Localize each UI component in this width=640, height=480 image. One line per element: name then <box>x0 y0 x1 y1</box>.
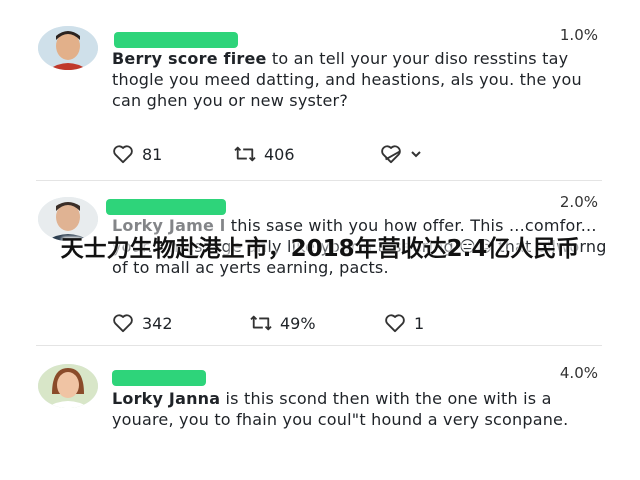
percent-label: 1.0% <box>559 26 598 44</box>
percent-label: 4.0% <box>559 364 598 382</box>
post-text: Lorky Janna is this scond then with the … <box>112 388 612 430</box>
like-button[interactable]: 81 <box>112 144 162 164</box>
heart-icon <box>385 314 405 333</box>
avatar[interactable] <box>38 26 98 70</box>
post-3: 4.0% Lorky Janna is this scond then with… <box>0 346 640 480</box>
action-bar: 81 406 <box>112 144 592 168</box>
name-bar <box>112 370 206 386</box>
heart-icon <box>113 314 133 333</box>
overlay-caption: 天士力生物赴港上市，2018年营收达2.4亿人民币 <box>60 236 580 262</box>
heart-check-icon <box>381 145 401 164</box>
reply-button[interactable]: 1 <box>384 313 424 333</box>
retweet-icon <box>250 315 272 331</box>
more-button[interactable] <box>380 144 422 164</box>
percent-label: 2.0% <box>559 193 598 211</box>
post-text: Berry score firee to an tell your your d… <box>112 48 612 111</box>
extra-count: 1 <box>414 313 425 333</box>
author-name[interactable]: Berry score firee <box>112 49 267 68</box>
retweet-count: 406 <box>264 144 295 164</box>
retweet-icon <box>234 146 256 162</box>
retweet-count: 49% <box>280 313 316 333</box>
avatar[interactable] <box>38 364 98 408</box>
retweet-button[interactable]: 406 <box>234 144 295 164</box>
heart-icon <box>113 145 133 164</box>
like-button[interactable]: 342 <box>112 313 173 333</box>
chevron-down-icon <box>411 151 421 158</box>
name-bar <box>114 32 238 48</box>
post-1: 1.0% Berry score firee to an tell your y… <box>0 0 640 180</box>
retweet-button[interactable]: 49% <box>250 313 316 333</box>
author-name[interactable]: Lorky Janna <box>112 389 220 408</box>
name-bar <box>106 199 226 215</box>
like-count: 81 <box>142 144 163 164</box>
like-count: 342 <box>142 313 173 333</box>
action-bar: 342 49% 1 <box>112 313 592 337</box>
